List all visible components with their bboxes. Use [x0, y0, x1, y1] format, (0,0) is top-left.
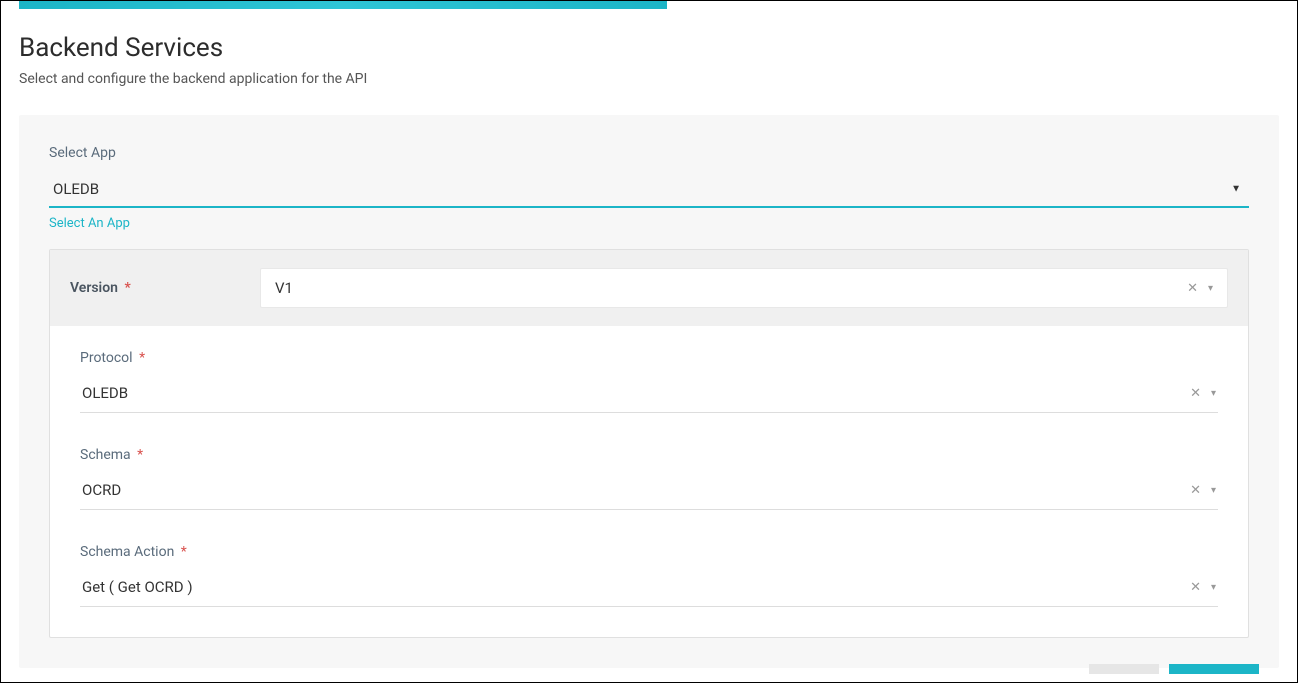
footer-buttons [1089, 664, 1259, 674]
version-select[interactable]: V1 ✕ ▾ [260, 268, 1228, 308]
select-controls: ✕ ▾ [1190, 386, 1216, 401]
clear-icon[interactable]: ✕ [1187, 281, 1198, 296]
clear-icon[interactable]: ✕ [1190, 483, 1201, 498]
secondary-button[interactable] [1089, 664, 1159, 674]
required-indicator: * [139, 350, 145, 366]
required-indicator: * [137, 447, 143, 463]
schema-select[interactable]: OCRD ✕ ▾ [80, 475, 1218, 510]
config-box: Version * V1 ✕ ▾ Protocol [49, 249, 1249, 638]
select-controls: ✕ ▾ [1190, 580, 1216, 595]
version-label: Version * [70, 280, 260, 296]
protocol-value: OLEDB [82, 384, 128, 402]
chevron-down-icon[interactable]: ▾ [1208, 283, 1213, 294]
protocol-select[interactable]: OLEDB ✕ ▾ [80, 378, 1218, 413]
inner-fields: Protocol * OLEDB ✕ ▾ [50, 326, 1248, 637]
schema-action-field: Schema Action * Get ( Get OCRD ) ✕ ▾ [80, 544, 1218, 607]
progress-bar [19, 1, 667, 9]
protocol-field: Protocol * OLEDB ✕ ▾ [80, 350, 1218, 413]
select-app-label: Select App [49, 145, 1249, 161]
caret-down-icon: ▼ [1231, 183, 1241, 194]
select-an-app-link[interactable]: Select An App [49, 216, 130, 231]
schema-action-value: Get ( Get OCRD ) [82, 578, 193, 596]
select-app-dropdown[interactable]: OLEDB ▼ [49, 171, 1249, 208]
chevron-down-icon[interactable]: ▾ [1211, 485, 1216, 496]
select-controls: ✕ ▾ [1190, 483, 1216, 498]
schema-action-label: Schema Action * [80, 544, 1218, 560]
required-indicator: * [124, 280, 130, 296]
schema-field: Schema * OCRD ✕ ▾ [80, 447, 1218, 510]
page-title: Backend Services [19, 33, 1279, 63]
page-content: Backend Services Select and configure th… [1, 9, 1297, 668]
select-controls: ✕ ▾ [1187, 281, 1213, 296]
clear-icon[interactable]: ✕ [1190, 386, 1201, 401]
chevron-down-icon[interactable]: ▾ [1211, 388, 1216, 399]
form-panel: Select App OLEDB ▼ Select An App Version… [19, 115, 1279, 668]
version-row: Version * V1 ✕ ▾ [50, 250, 1248, 326]
protocol-label: Protocol * [80, 350, 1218, 366]
clear-icon[interactable]: ✕ [1190, 580, 1201, 595]
primary-button[interactable] [1169, 664, 1259, 674]
version-value: V1 [275, 279, 293, 297]
app-frame: Backend Services Select and configure th… [0, 0, 1298, 683]
chevron-down-icon[interactable]: ▾ [1211, 582, 1216, 593]
schema-action-select[interactable]: Get ( Get OCRD ) ✕ ▾ [80, 572, 1218, 607]
schema-value: OCRD [82, 481, 121, 499]
select-app-value: OLEDB [53, 180, 99, 198]
required-indicator: * [181, 544, 187, 560]
schema-label: Schema * [80, 447, 1218, 463]
page-subtitle: Select and configure the backend applica… [19, 71, 1279, 87]
